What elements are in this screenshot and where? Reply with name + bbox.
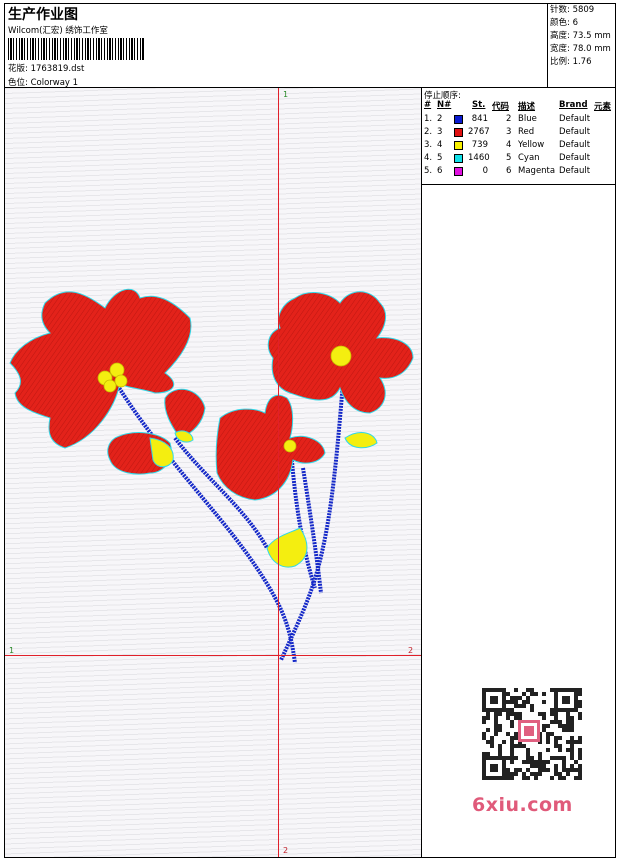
- col-needle: N#: [437, 100, 452, 110]
- table-header: # N# St. 代码 描述 Brand 元素: [422, 100, 615, 113]
- row-brand: Default: [559, 166, 591, 176]
- production-sheet: 生产作业图 Wilcom(汇宏) 绣饰工作室 花版: 1763819.dst 色…: [4, 3, 616, 858]
- sheet-title: 生产作业图: [8, 7, 78, 23]
- row-desc: Yellow: [518, 140, 545, 150]
- row-brand: Default: [559, 127, 591, 137]
- row-index: 5.: [424, 166, 433, 176]
- leaf-lower: [266, 527, 308, 568]
- flower-middle: [215, 394, 326, 501]
- table-rows: 1. 2 841 2 Blue Default 2. 3 2767 3 Red Default 3. 4 7…: [422, 113, 615, 178]
- guide-label-left: 1: [9, 646, 15, 655]
- row-code: 2: [506, 114, 512, 124]
- row-needle: 5: [437, 153, 443, 163]
- guide-label-top: 1: [283, 90, 289, 99]
- stems: [111, 357, 347, 664]
- row-index: 3.: [424, 140, 433, 150]
- qr-pattern: [482, 688, 582, 780]
- row-stitches: 841: [471, 114, 488, 124]
- design-canvas[interactable]: 1 1 2 2: [5, 88, 421, 857]
- row-index: 1.: [424, 114, 433, 124]
- col-index: #: [424, 100, 432, 110]
- color-sequence-panel: 停止顺序: # N# St. 代码 描述 Brand 元素 1. 2 841 2 Blu…: [421, 88, 615, 857]
- watermark-brand: 6xiu.com: [472, 794, 573, 816]
- colorway: 色位: Colorway 1: [8, 78, 79, 88]
- col-element: 元素: [594, 102, 612, 112]
- row-code: 4: [506, 140, 512, 150]
- col-stitches: St.: [472, 100, 486, 110]
- row-stitches: 0: [482, 166, 488, 176]
- bud-left: [107, 388, 206, 475]
- row-desc: Blue: [518, 114, 537, 124]
- color-table: # N# St. 代码 描述 Brand 元素 1. 2 841 2 Blue Defau…: [422, 100, 615, 178]
- color-swatch: [454, 141, 463, 150]
- row-index: 2.: [424, 127, 433, 137]
- row-needle: 2: [437, 114, 443, 124]
- flower-left: [9, 288, 192, 449]
- design-height: 高度: 73.5 mm: [550, 31, 611, 41]
- header-panel: 生产作业图 Wilcom(汇宏) 绣饰工作室 花版: 1763819.dst 色…: [5, 4, 548, 88]
- guide-label-right: 2: [408, 646, 414, 655]
- color-swatch: [454, 115, 463, 124]
- col-code: 代码: [492, 102, 510, 112]
- row-needle: 4: [437, 140, 443, 150]
- table-row[interactable]: 1. 2 841 2 Blue Default: [422, 113, 615, 126]
- row-stitches: 739: [471, 140, 488, 150]
- row-brand: Default: [559, 153, 591, 163]
- scale-value: 比例: 1.76: [550, 57, 592, 67]
- table-row[interactable]: 3. 4 739 4 Yellow Default: [422, 139, 615, 152]
- row-code: 6: [506, 166, 512, 176]
- row-index: 4.: [424, 153, 433, 163]
- color-swatch: [454, 128, 463, 137]
- barcode: [8, 38, 145, 60]
- row-needle: 3: [437, 127, 443, 137]
- color-count: 颜色: 6: [550, 18, 578, 28]
- row-stitches: 2767: [468, 127, 490, 137]
- horizontal-guide: [5, 655, 421, 656]
- table-row[interactable]: 5. 6 0 6 Magenta Default: [422, 165, 615, 178]
- embroidery-design: [9, 288, 414, 664]
- table-divider: [422, 184, 615, 185]
- stats-panel: 针数: 5809 颜色: 6 高度: 73.5 mm 宽度: 78.0 mm 比…: [548, 4, 615, 88]
- guide-label-bottom: 2: [283, 846, 289, 855]
- design-file: 花版: 1763819.dst: [8, 64, 85, 74]
- qr-code: [474, 684, 586, 784]
- col-brand: Brand: [559, 100, 588, 110]
- row-desc: Magenta: [518, 166, 556, 176]
- table-row[interactable]: 4. 5 1460 5 Cyan Default: [422, 152, 615, 165]
- row-desc: Cyan: [518, 153, 540, 163]
- row-needle: 6: [437, 166, 443, 176]
- row-code: 3: [506, 127, 512, 137]
- color-swatch: [454, 154, 463, 163]
- row-code: 5: [506, 153, 512, 163]
- row-brand: Default: [559, 114, 591, 124]
- design-width: 宽度: 78.0 mm: [550, 44, 611, 54]
- row-desc: Red: [518, 127, 535, 137]
- color-swatch: [454, 167, 463, 176]
- vertical-guide: [278, 88, 279, 857]
- stitch-count: 针数: 5809: [550, 5, 595, 15]
- row-stitches: 1460: [468, 153, 490, 163]
- row-brand: Default: [559, 140, 591, 150]
- col-desc: 描述: [518, 102, 536, 112]
- table-row[interactable]: 2. 3 2767 3 Red Default: [422, 126, 615, 139]
- studio-subtitle: Wilcom(汇宏) 绣饰工作室: [8, 26, 108, 36]
